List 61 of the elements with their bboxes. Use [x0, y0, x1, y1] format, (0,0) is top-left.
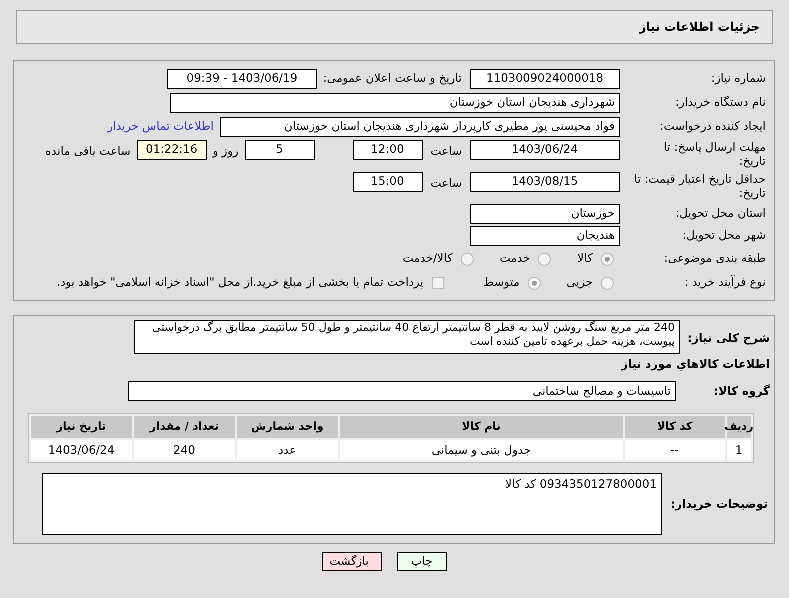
radio-button[interactable]	[601, 252, 614, 266]
field-label: توضیحات خریدار:	[670, 496, 768, 513]
table-cell: عدد	[237, 440, 338, 460]
print-button[interactable]: چاپ	[397, 552, 447, 572]
table-cell: جدول بتنی و سیمانی	[340, 440, 623, 460]
description-box: 240 متر مربع سنگ روشن لایید به قطر 8 سانتیمتر ارتفاع 40 سانتیمتر و طول 50 سانتیمتر مطابق برگ درخواستی پیوست، هزینه حمل برعهده تامین کننده است	[134, 320, 680, 354]
field-label: شماره نیاز:	[710, 70, 766, 88]
field-label: ساعت باقی مانده	[46, 143, 131, 160]
section-title: اطلاعات کالاهاي مورد نياز	[620, 356, 770, 373]
checkbox[interactable]	[432, 277, 444, 289]
field-label: نام دستگاه خریدار:	[674, 94, 766, 112]
field-label: گروه کالا:	[713, 382, 770, 400]
field-label: تاریخ و ساعت اعلان عمومی:	[323, 70, 462, 88]
radio-label: خدمت	[500, 250, 530, 268]
radio-label: متوسط	[484, 274, 520, 292]
radio-label: جزیی	[566, 274, 593, 292]
field-label: ایجاد کننده درخواست:	[659, 118, 766, 136]
field-value: 1403/08/15	[470, 172, 620, 192]
radio-label: کالا/خدمت	[402, 250, 453, 268]
column-header: تعداد / مقدار	[134, 416, 235, 438]
table-cell: 1403/06/24	[31, 440, 132, 460]
field-value: هندیجان	[470, 226, 620, 246]
field-label: شهر محل تحویل:	[682, 227, 766, 244]
column-header: کد کالا	[625, 416, 725, 438]
buyer-notes-box: 0934350127800001 کد کالا	[42, 473, 662, 536]
field-label: طبقه بندی موضوعی:	[663, 250, 766, 268]
checkbox-label: پرداخت تمام یا بخشی از مبلغ خرید.از محل "اسناد خزانه اسلامی" خواهد بود.	[56, 274, 424, 292]
countdown-timer: 01:22:16	[136, 140, 207, 160]
field-value: شهرداری هندیجان استان خوزستان	[170, 93, 620, 113]
field-label: روز و	[212, 143, 239, 160]
field-label: ساعت	[430, 143, 462, 160]
field-value: 15:00	[352, 172, 423, 192]
field-label: حداقل تاریخ اعتبار قیمت: تا تاریخ:	[633, 172, 766, 200]
column-header: ردیف	[727, 416, 751, 438]
column-header: تاریخ نیاز	[31, 416, 132, 438]
column-header: نام کالا	[340, 416, 623, 438]
field-label: استان محل تحویل:	[674, 205, 766, 222]
radio-button[interactable]	[601, 276, 614, 290]
contact-link[interactable]: اطلاعات تماس خریدار	[107, 118, 214, 136]
field-value: تاسیسات و مصالح ساختمانی	[128, 381, 676, 402]
radio-button[interactable]	[460, 252, 474, 266]
field-label: مهلت ارسال پاسخ: تا تاریخ:	[662, 140, 766, 168]
radio-button[interactable]	[528, 276, 541, 290]
field-label: ساعت	[430, 175, 462, 192]
field-value: 1403/06/24	[470, 140, 620, 160]
field-value: 1103009024000018	[470, 69, 620, 89]
field-value: خوزستان	[470, 204, 620, 224]
back-button[interactable]: بازگشت	[322, 552, 382, 572]
table-cell: 1	[727, 440, 751, 460]
field-value: 12:00	[352, 140, 423, 160]
field-label: شرح کلی نیاز:	[686, 330, 770, 347]
radio-button[interactable]	[538, 252, 552, 266]
table-cell: 240	[134, 440, 235, 460]
page-title: جزئیات اطلاعات نیاز	[639, 19, 760, 36]
field-value: فواد محیسنی پور مطیری کارپرداز شهرداری هندیجان استان خوزستان	[220, 117, 620, 137]
column-header: واحد شمارش	[237, 416, 338, 438]
field-value: 5	[244, 140, 315, 160]
field-value: 1403/06/19 - 09:39	[167, 69, 318, 89]
table-cell: --	[625, 440, 725, 460]
radio-label: کالا	[577, 250, 593, 268]
field-label: نوع فرآیند خرید :	[684, 274, 766, 292]
